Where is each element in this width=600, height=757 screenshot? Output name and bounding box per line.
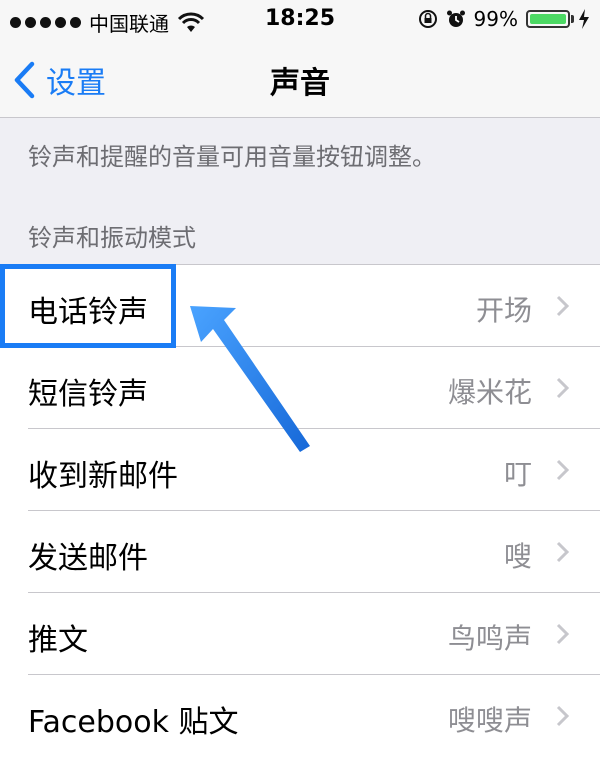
chevron-right-icon	[556, 623, 570, 645]
chevron-right-icon	[556, 705, 570, 727]
alarm-icon	[446, 10, 465, 27]
row-label: 电话铃声	[28, 295, 148, 330]
row-label: 推文	[28, 623, 88, 658]
navigation-bar: 设置 声音	[0, 40, 600, 118]
row-value: 开场	[475, 294, 532, 327]
row-value: 鸟鸣声	[447, 622, 532, 655]
page-title: 声音	[270, 66, 330, 101]
list-item-ringtone[interactable]: 电话铃声 开场	[0, 265, 600, 347]
ringtone-list: 电话铃声 开场 短信铃声 爆米花 收到新邮件 叮 发送邮件 嗖 推文 鸟鸣声 F…	[0, 264, 600, 757]
chevron-right-icon	[556, 541, 570, 563]
charging-icon	[579, 9, 589, 29]
row-label: 收到新邮件	[28, 459, 178, 494]
battery-icon	[526, 9, 590, 29]
volume-note: 铃声和提醒的音量可用音量按钮调整。	[28, 143, 436, 171]
list-item-facebook-post[interactable]: Facebook 贴文 嗖嗖声	[0, 675, 600, 757]
battery-percent: 99%	[473, 7, 518, 31]
row-label: Facebook 贴文	[28, 705, 239, 740]
list-item-text-tone[interactable]: 短信铃声 爆米花	[0, 347, 600, 429]
battery-fill	[530, 14, 566, 24]
list-item-tweet[interactable]: 推文 鸟鸣声	[0, 593, 600, 675]
chevron-right-icon	[556, 459, 570, 481]
section-header: 铃声和振动模式	[28, 224, 196, 252]
status-right: 99%	[418, 7, 590, 31]
row-value: 爆米花	[447, 376, 532, 409]
chevron-right-icon	[556, 295, 570, 317]
row-value: 叮	[503, 458, 532, 491]
list-item-sent-mail[interactable]: 发送邮件 嗖	[0, 511, 600, 593]
list-item-new-mail[interactable]: 收到新邮件 叮	[0, 429, 600, 511]
status-bar: 中国联通 18:25 99%	[0, 0, 600, 40]
row-value: 嗖	[503, 540, 532, 573]
row-value: 嗖嗖声	[447, 704, 532, 737]
row-label: 短信铃声	[28, 377, 148, 412]
rotation-lock-icon	[418, 10, 437, 28]
row-label: 发送邮件	[28, 541, 148, 576]
chevron-right-icon	[556, 377, 570, 399]
